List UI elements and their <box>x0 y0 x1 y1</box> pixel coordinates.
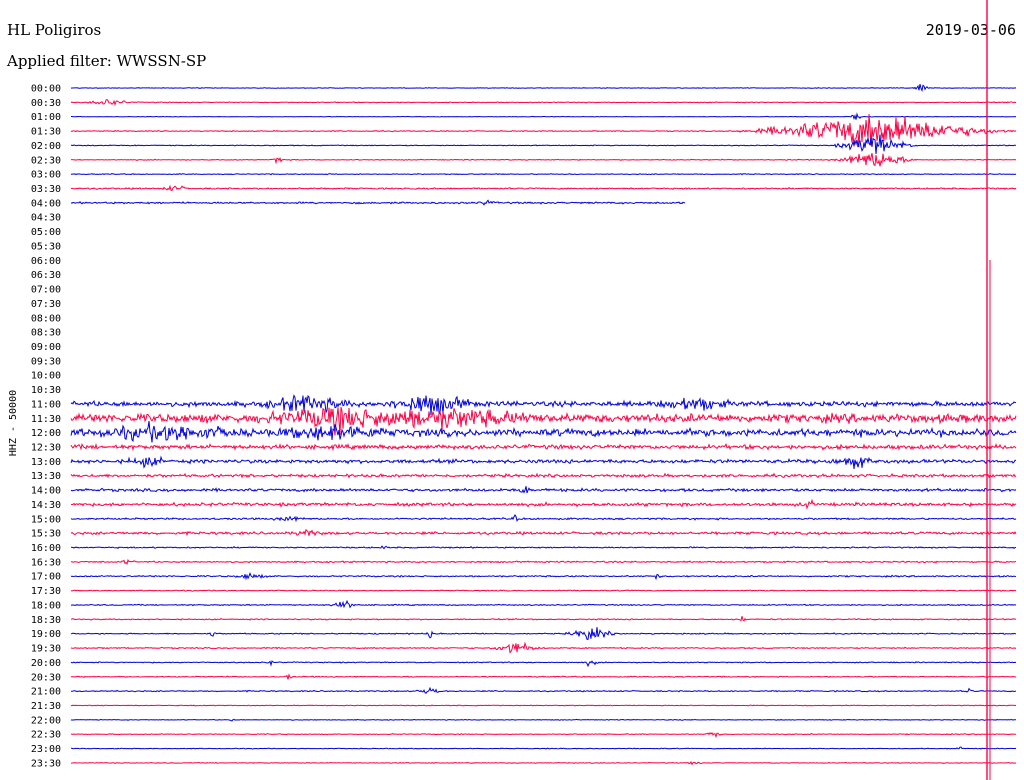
tick-label-1800: 18:00 <box>31 600 61 611</box>
tick-label-0930: 09:30 <box>31 356 61 367</box>
tick-label-0600: 06:00 <box>31 256 61 267</box>
tick-label-1030: 10:30 <box>31 385 61 396</box>
tick-label-1400: 14:00 <box>31 486 61 497</box>
trace-1600 <box>70 545 1017 550</box>
tick-label-0430: 04:30 <box>31 213 61 224</box>
trace-1500 <box>70 513 1017 523</box>
date-label: 2019-03-06 <box>926 21 1016 39</box>
trace-0030 <box>70 98 1017 107</box>
trace-2330 <box>70 760 1016 766</box>
trace-1330 <box>70 472 1017 479</box>
tick-label-0230: 02:30 <box>31 155 61 166</box>
tick-label-1000: 10:00 <box>31 371 61 382</box>
tick-label-0830: 08:30 <box>31 328 61 339</box>
tick-label-1630: 16:30 <box>31 557 61 568</box>
tick-label-2300: 23:00 <box>31 744 61 755</box>
tick-label-0330: 03:30 <box>31 184 61 195</box>
trace-1700 <box>70 572 1017 581</box>
tick-label-1500: 15:00 <box>31 514 61 525</box>
tick-label-0630: 06:30 <box>31 270 61 281</box>
trace-1200 <box>70 421 1017 443</box>
tick-label-2230: 22:30 <box>31 730 61 741</box>
tick-label-0130: 01:30 <box>31 127 61 138</box>
tick-label-1930: 19:30 <box>31 644 61 655</box>
tick-label-1530: 15:30 <box>31 529 61 540</box>
trace-2230 <box>70 731 1016 739</box>
trace-0300 <box>70 173 1017 176</box>
tick-label-1730: 17:30 <box>31 586 61 597</box>
tick-label-2200: 22:00 <box>31 715 61 726</box>
trace-1100 <box>70 394 1017 416</box>
tick-label-2100: 21:00 <box>31 687 61 698</box>
tick-label-0200: 02:00 <box>31 141 61 152</box>
tick-label-0800: 08:00 <box>31 313 61 324</box>
trace-1430 <box>70 498 1017 510</box>
trace-1630 <box>70 558 1017 566</box>
trace-1400 <box>70 486 1017 494</box>
tick-label-1600: 16:00 <box>31 543 61 554</box>
tick-label-1100: 11:00 <box>31 399 61 410</box>
seismic-traces <box>70 83 1017 766</box>
trace-0200 <box>71 134 1017 155</box>
trace-2100 <box>70 686 1017 694</box>
trace-1300 <box>70 455 1017 470</box>
tick-label-0730: 07:30 <box>31 299 61 310</box>
y-axis-label: HHZ - 50000 <box>8 390 19 456</box>
trace-1830 <box>71 616 1017 622</box>
trace-0230 <box>70 152 1017 167</box>
tick-label-0000: 00:00 <box>31 84 61 95</box>
tick-label-0300: 03:00 <box>31 170 61 181</box>
tick-label-1230: 12:30 <box>31 443 61 454</box>
trace-2300 <box>70 746 1017 750</box>
tick-label-0900: 09:00 <box>31 342 61 353</box>
trace-1530 <box>70 528 1017 537</box>
trace-1230 <box>70 442 1017 452</box>
trace-0000 <box>70 83 1017 93</box>
tick-label-1130: 11:30 <box>31 414 61 425</box>
time-tick-labels: 00:00 00:30 01:00 01:30 02:00 02:30 03:00 03:30… <box>31 84 61 770</box>
tick-label-0700: 07:00 <box>31 285 61 296</box>
tick-label-1430: 14:30 <box>31 500 61 511</box>
trace-2130 <box>70 704 1017 707</box>
trace-1930 <box>70 641 1017 654</box>
trace-1800 <box>70 599 1017 609</box>
trace-0400 <box>70 199 686 206</box>
tick-label-1300: 13:00 <box>31 457 61 468</box>
trace-2200 <box>70 718 1017 722</box>
trace-0100 <box>71 112 1017 121</box>
tick-label-1330: 13:30 <box>31 471 61 482</box>
station-title: HL Poligiros <box>7 21 101 39</box>
tick-label-0100: 01:00 <box>31 112 61 123</box>
tick-label-0500: 05:00 <box>31 227 61 238</box>
filter-label: Applied filter: WWSSN-SP <box>6 52 206 70</box>
tick-label-2000: 20:00 <box>31 658 61 669</box>
tick-label-2030: 20:30 <box>31 672 61 683</box>
trace-1900 <box>70 627 1016 640</box>
tick-label-1200: 12:00 <box>31 428 61 439</box>
trace-2000 <box>70 660 1017 668</box>
tick-label-0530: 05:30 <box>31 241 61 252</box>
tick-label-1830: 18:30 <box>31 615 61 626</box>
tick-label-1700: 17:00 <box>31 572 61 583</box>
trace-0330 <box>70 184 1017 192</box>
tick-label-0030: 00:30 <box>31 98 61 109</box>
helicorder-plot: HL Poligiros 2019-03-06 Applied filter: … <box>6 0 1017 780</box>
trace-1730 <box>70 589 1017 593</box>
trace-2030 <box>70 673 1017 680</box>
tick-label-0400: 04:00 <box>31 198 61 209</box>
tick-label-2130: 21:30 <box>31 701 61 712</box>
trace-0130 <box>70 114 1017 148</box>
tick-label-1900: 19:00 <box>31 629 61 640</box>
tick-label-2330: 23:30 <box>31 758 61 769</box>
